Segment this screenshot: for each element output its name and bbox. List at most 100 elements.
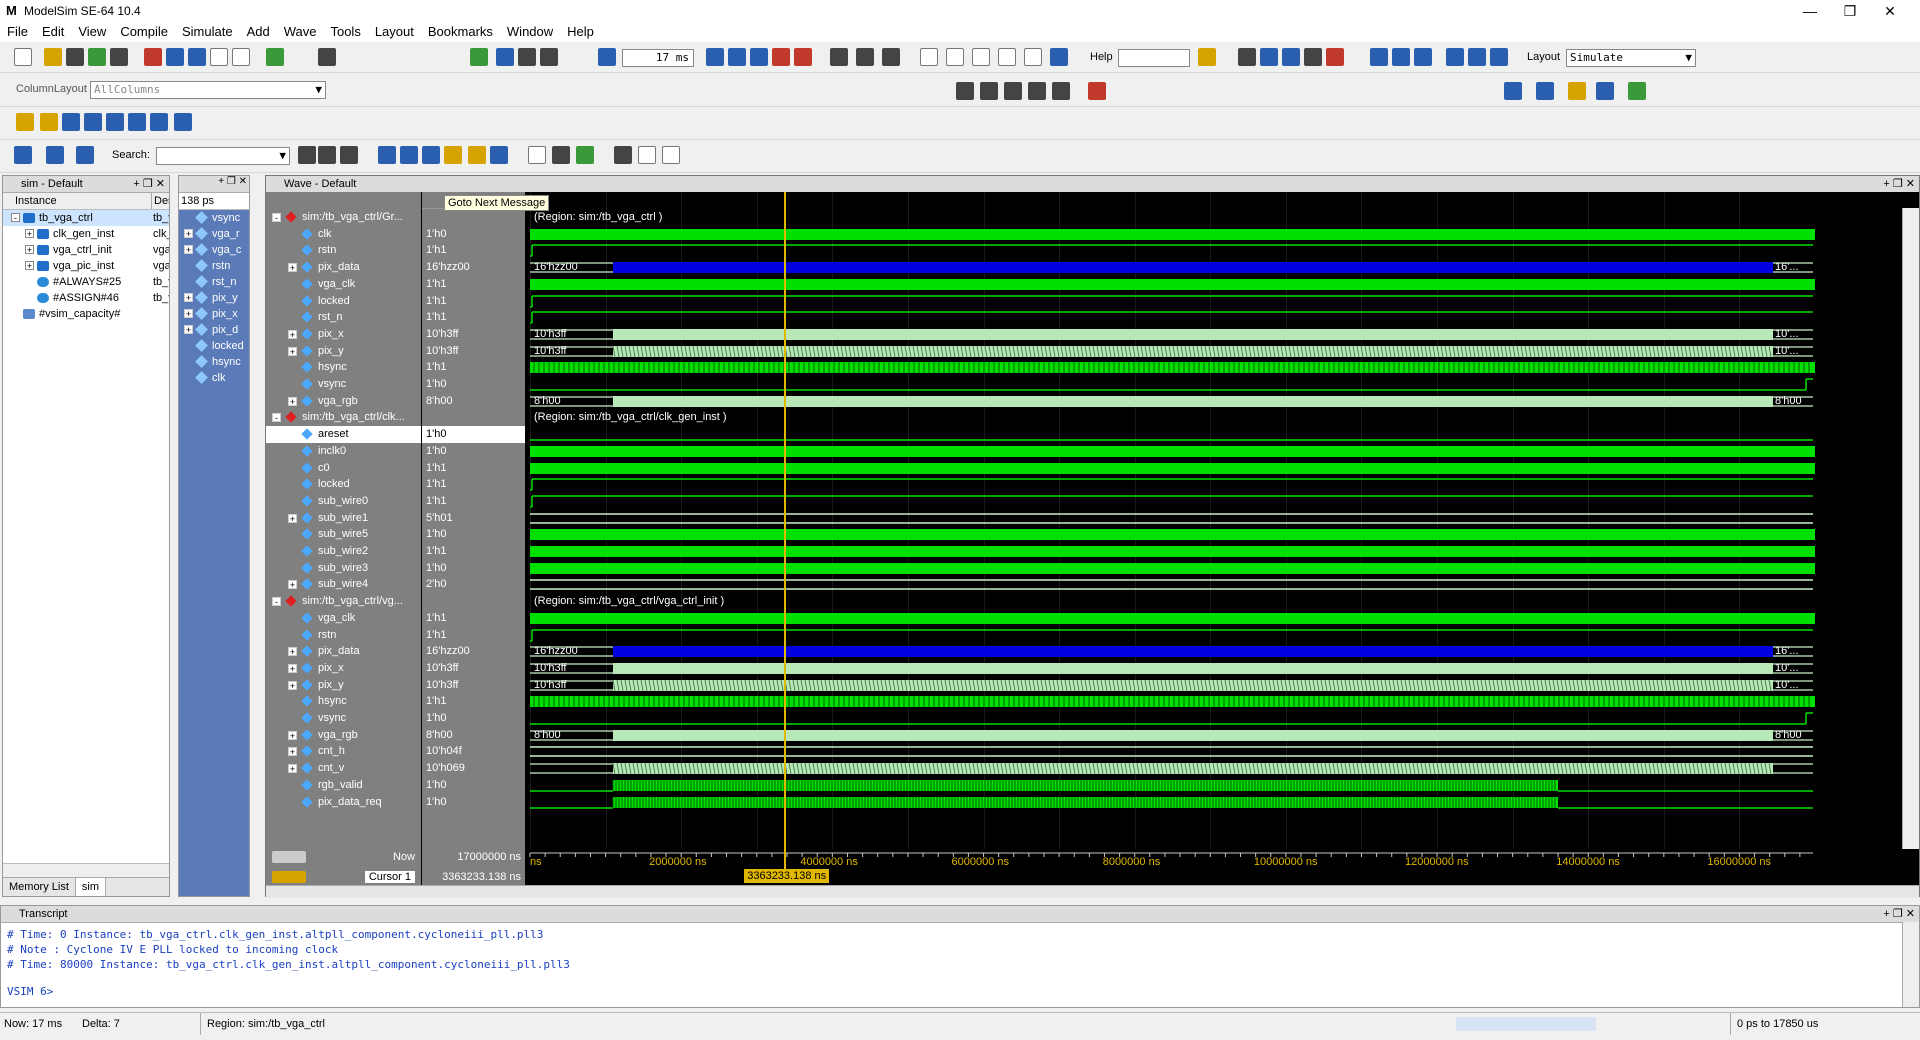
wave-signal-row[interactable]: c0	[266, 460, 421, 477]
expand-icon[interactable]: +	[288, 580, 297, 590]
wave-signal-row[interactable]: pix_data_req	[266, 794, 421, 811]
column-design[interactable]: Desi	[151, 193, 169, 209]
cursor-label[interactable]: Cursor 1	[364, 871, 415, 883]
menu-window[interactable]: Window	[500, 22, 560, 42]
new-file-icon[interactable]	[14, 48, 32, 66]
restart-icon[interactable]	[470, 48, 488, 66]
zoom-out-icon[interactable]	[400, 146, 418, 164]
panel-controls-icon[interactable]: + ❐ ✕	[218, 176, 247, 187]
waveform[interactable]	[528, 293, 1903, 310]
expand-icon[interactable]: +	[184, 293, 193, 303]
step-out-icon[interactable]	[998, 48, 1016, 66]
run-length-icon[interactable]	[598, 48, 616, 66]
layout-4-icon[interactable]	[1596, 82, 1614, 100]
wave-signal-row[interactable]: inclk0	[266, 443, 421, 460]
expand-icon[interactable]: +	[25, 261, 34, 271]
step-icon[interactable]	[830, 48, 848, 66]
help-input[interactable]	[1118, 49, 1190, 67]
go-up-icon[interactable]	[496, 48, 514, 66]
layout-5-icon[interactable]	[1628, 82, 1646, 100]
insert-mode-icon[interactable]	[1052, 82, 1070, 100]
cursor-line[interactable]	[784, 192, 787, 849]
wave-vscrollbar[interactable]	[1902, 208, 1919, 849]
step-into-icon[interactable]	[920, 48, 938, 66]
wave-edge-3-icon[interactable]	[662, 146, 680, 164]
expand-icon[interactable]: +	[288, 329, 297, 339]
wave-signal-row[interactable]: hsync	[266, 359, 421, 376]
collapse-icon[interactable]: -	[272, 597, 281, 607]
cursor-add-icon[interactable]	[16, 113, 34, 131]
waveform[interactable]	[528, 526, 1903, 543]
waveform[interactable]	[528, 493, 1903, 510]
wave-signal-row[interactable]: areset	[266, 426, 421, 444]
wave-format-2-icon[interactable]	[552, 146, 570, 164]
wave-signal-row[interactable]: clk	[266, 226, 421, 243]
transcript-vscrollbar[interactable]	[1902, 922, 1919, 1007]
wave-signal-row[interactable]: rst_n	[266, 309, 421, 326]
expand-icon[interactable]	[14, 146, 32, 164]
sim-tree-item[interactable]: + vga_pic_inst vga	[3, 258, 169, 274]
menu-help[interactable]: Help	[560, 22, 601, 42]
step-over-icon[interactable]	[856, 48, 874, 66]
waveform[interactable]	[528, 309, 1903, 326]
object-item[interactable]: + vga_c	[179, 242, 249, 258]
waveform[interactable]	[528, 543, 1903, 560]
waveform[interactable]	[528, 409, 1903, 426]
waveform[interactable]	[528, 443, 1903, 460]
collapse-icon[interactable]: -	[272, 213, 281, 223]
sim-tree-item[interactable]: - tb_vga_ctrl tb_v	[3, 210, 169, 226]
cursor-time-badge[interactable]: 3363233.138 ns	[744, 869, 830, 883]
object-item[interactable]: vsync	[179, 210, 249, 226]
panel-controls-icon[interactable]: + ❐ ✕	[133, 176, 165, 192]
step-out-blue-icon[interactable]	[1490, 48, 1508, 66]
object-item[interactable]: clk	[179, 370, 249, 386]
find-icon[interactable]	[318, 48, 336, 66]
cursor-lock-icon[interactable]	[272, 871, 306, 883]
wave-format-1-icon[interactable]	[528, 146, 546, 164]
run-icon[interactable]	[706, 48, 724, 66]
expand-icon[interactable]: +	[288, 730, 297, 740]
waveform[interactable]	[528, 226, 1903, 243]
maximize-icon[interactable]: ❐	[1830, 1, 1870, 21]
hand-icon[interactable]	[882, 48, 900, 66]
waveform[interactable]	[528, 359, 1903, 376]
wave-edge-1-icon[interactable]	[614, 146, 632, 164]
cursor-snap-icon[interactable]	[174, 113, 192, 131]
continue-icon[interactable]	[728, 48, 746, 66]
menu-layout[interactable]: Layout	[368, 22, 421, 42]
wave-edge-2-icon[interactable]	[638, 146, 656, 164]
search-options-icon[interactable]	[340, 146, 358, 164]
expand-icon[interactable]: +	[184, 229, 193, 239]
wave-signal-row[interactable]: sub_wire3	[266, 560, 421, 577]
sim-hscrollbar[interactable]	[3, 863, 169, 878]
wave-signal-row[interactable]: + pix_y	[266, 343, 421, 360]
object-item[interactable]: locked	[179, 338, 249, 354]
io-icon[interactable]	[972, 48, 990, 66]
break-icon[interactable]	[772, 48, 790, 66]
go-back-icon[interactable]	[518, 48, 536, 66]
step-up-icon[interactable]	[1414, 48, 1432, 66]
layout-2-icon[interactable]	[1536, 82, 1554, 100]
stop-wave-icon[interactable]	[1088, 82, 1106, 100]
expand-icon[interactable]: +	[184, 325, 193, 335]
memory-icon[interactable]	[1282, 48, 1300, 66]
zoom-in-icon[interactable]	[378, 146, 396, 164]
waveform[interactable]	[528, 426, 1903, 443]
forward-icon[interactable]	[76, 146, 94, 164]
waveform[interactable]	[528, 660, 1903, 677]
cursor-tools-icon[interactable]	[272, 851, 306, 863]
expand-icon[interactable]: +	[25, 229, 34, 239]
sim-tree-item[interactable]: #vsim_capacity#	[3, 306, 169, 322]
menu-edit[interactable]: Edit	[35, 22, 71, 42]
wave-signal-row[interactable]: + sub_wire1	[266, 510, 421, 527]
tab-memory-list[interactable]: Memory List	[3, 878, 76, 896]
wave-group-row[interactable]: - sim:/tb_vga_ctrl/clk...	[266, 409, 421, 426]
search-prev-icon[interactable]	[298, 146, 316, 164]
wave-signal-row[interactable]: rgb_valid	[266, 777, 421, 794]
watch-icon[interactable]	[1304, 48, 1322, 66]
open-folder-icon[interactable]	[44, 48, 62, 66]
copy-icon[interactable]	[166, 48, 184, 66]
waveform[interactable]	[528, 693, 1903, 710]
expand-icon[interactable]: +	[288, 663, 297, 673]
expand-icon[interactable]: +	[288, 647, 297, 657]
